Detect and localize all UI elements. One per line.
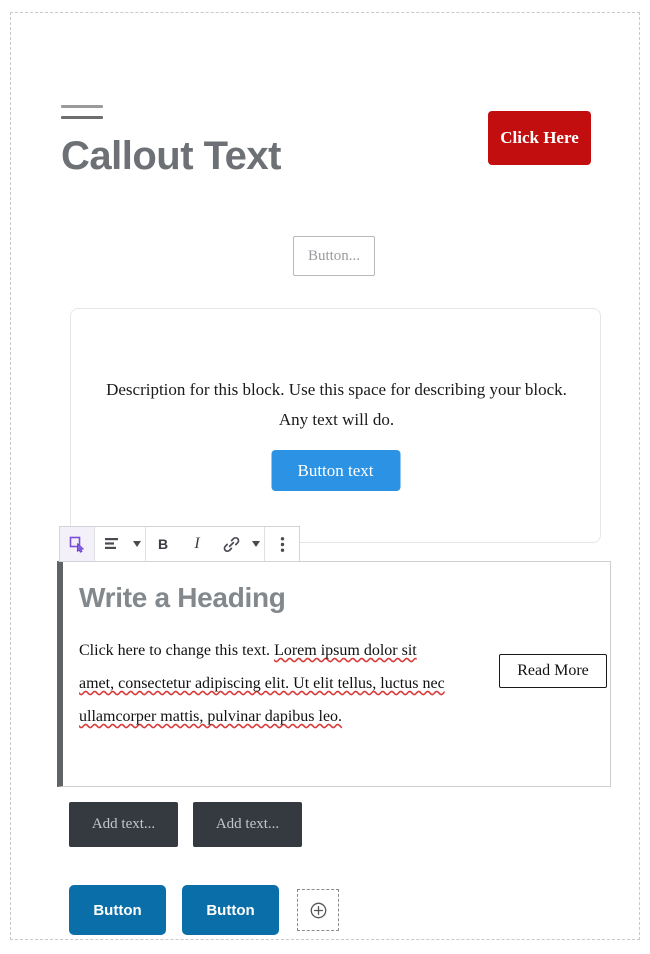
bold-icon[interactable]: B	[146, 527, 180, 561]
add-text-input-1[interactable]	[69, 802, 178, 847]
description-block[interactable]: Description for this block. Use this spa…	[70, 308, 601, 543]
block-type-icon[interactable]	[60, 527, 94, 561]
add-block-button[interactable]	[297, 889, 339, 931]
toolbar-group-align	[95, 527, 146, 561]
page-canvas: Callout Text Click Here Description for …	[10, 12, 640, 940]
bottom-button-2[interactable]: Button	[182, 885, 279, 935]
page-title: Callout Text	[61, 134, 281, 178]
toolbar-group-more	[265, 527, 299, 561]
italic-icon[interactable]: I	[180, 527, 214, 561]
link-chevron-down-icon[interactable]	[248, 527, 264, 561]
italic-label: I	[194, 535, 200, 552]
header-row: Callout Text Click Here	[61, 91, 591, 201]
click-here-button[interactable]: Click Here	[488, 111, 591, 165]
add-text-row	[69, 802, 302, 847]
block-body-text[interactable]: Click here to change this text. Lorem ip…	[79, 634, 454, 733]
button-input-wrapper	[293, 236, 375, 276]
align-left-icon[interactable]	[95, 527, 129, 561]
bottom-button-row: Button Button	[69, 885, 339, 935]
plus-circle-icon	[310, 902, 326, 918]
toolbar-group-block	[60, 527, 95, 561]
hamburger-icon	[61, 105, 103, 119]
read-more-button[interactable]: Read More	[499, 654, 607, 688]
link-icon[interactable]	[214, 527, 248, 561]
button-input[interactable]	[293, 236, 375, 276]
bold-label: B	[157, 536, 169, 552]
selected-block[interactable]: Write a Heading Click here to change thi…	[57, 561, 611, 787]
description-text: Description for this block. Use this spa…	[106, 380, 567, 429]
description-button[interactable]: Button text	[271, 450, 400, 491]
align-chevron-down-icon[interactable]	[129, 527, 145, 561]
hamburger-bar-top	[61, 105, 103, 108]
block-heading[interactable]: Write a Heading	[79, 582, 286, 614]
bottom-button-1[interactable]: Button	[69, 885, 166, 935]
add-text-input-2[interactable]	[193, 802, 302, 847]
hamburger-bar-bottom	[61, 116, 103, 119]
block-body-prefix: Click here to change this text.	[79, 642, 275, 659]
more-options-icon[interactable]	[265, 527, 299, 561]
block-toolbar: B I	[59, 526, 300, 562]
toolbar-group-inline: B I	[146, 527, 265, 561]
